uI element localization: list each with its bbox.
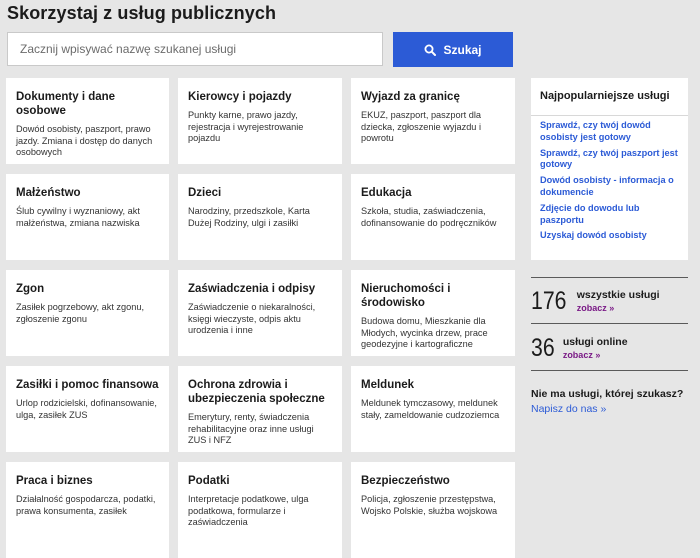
search-input[interactable] [7,32,383,66]
category-tile-health[interactable]: Ochrona zdrowia i ubezpieczenia społeczn… [178,366,342,452]
search-icon [424,44,437,56]
tile-description: Szkoła, studia, zaświadczenia, dofinanso… [361,206,497,228]
tile-title: Nieruchomości i środowisko [361,283,451,309]
tile-description: Policja, zgłoszenie przestępstwa, Wojsko… [361,494,498,516]
search-button[interactable]: Szukaj [393,32,513,67]
popular-services-title: Najpopularniejsze usługi [540,90,670,102]
tile-description: Zasiłek pogrzebowy, akt zgonu, zgłoszeni… [16,302,145,324]
tile-title: Podatki [188,475,230,487]
category-tile-drivers[interactable]: Kierowcy i pojazdy Punkty karne, prawo j… [178,78,342,164]
category-tile-work[interactable]: Praca i biznes Działalność gospodarcza, … [6,462,169,558]
tile-title: Małżeństwo [16,187,81,199]
search-button-label: Szukaj [443,42,482,57]
see-all-services-link[interactable]: zobacz » [577,302,660,314]
popular-link-id-info[interactable]: Dowód osobisty - informacja o dokumencie [540,175,679,199]
divider [531,370,688,371]
tile-title: Zgon [16,283,45,295]
tile-description: Działalność gospodarcza, podatki, prawa … [16,494,156,516]
stat-number: 176 [531,286,567,315]
tile-description: EKUZ, paszport, paszport dla dziecka, zg… [361,110,482,144]
category-tile-documents[interactable]: Dokumenty i dane osobowe Dowód osobisty,… [6,78,169,164]
tile-title: Praca i biznes [16,475,93,487]
category-tile-registration[interactable]: Meldunek Meldunek tymczasowy, meldunek s… [351,366,515,452]
stat-number: 36 [531,333,555,362]
page-title: Skorzystaj z usług publicznych [7,3,277,23]
tile-description: Budowa domu, Mieszkanie dla Młodych, wyc… [361,316,488,350]
category-tile-certificates[interactable]: Zaświadczenia i odpisy Zaświadczenie o n… [178,270,342,356]
category-tile-marriage[interactable]: Małżeństwo Ślub cywilny i wyznaniowy, ak… [6,174,169,260]
category-tile-children[interactable]: Dzieci Narodziny, przedszkole, Karta Duż… [178,174,342,260]
see-online-services-link[interactable]: zobacz » [563,349,628,361]
category-tile-security[interactable]: Bezpieczeństwo Policja, zgłoszenie przes… [351,462,515,558]
tile-description: Interpretacje podatkowe, ulga podatkowa,… [188,494,309,528]
category-tile-death[interactable]: Zgon Zasiłek pogrzebowy, akt zgonu, zgło… [6,270,169,356]
tile-title: Zaświadczenia i odpisy [188,283,316,295]
tile-description: Narodziny, przedszkole, Karta Dużej Rodz… [188,206,310,228]
tile-title: Ochrona zdrowia i ubezpieczenia społeczn… [188,379,325,405]
category-tile-travel[interactable]: Wyjazd za granicę EKUZ, paszport, paszpo… [351,78,515,164]
tile-title: Meldunek [361,379,415,391]
tile-title: Bezpieczeństwo [361,475,450,487]
popular-link-photo[interactable]: Zdjęcie do dowodu lub paszportu [540,203,679,227]
stat-label: usługi online [562,335,628,348]
category-tile-taxes[interactable]: Podatki Interpretacje podatkowe, ulga po… [178,462,342,558]
tile-title: Edukacja [361,187,412,199]
popular-link-get-id[interactable]: Uzyskaj dowód osobisty [540,230,679,242]
popular-link-passport-ready[interactable]: Sprawdź, czy twój paszport jest gotowy [540,148,679,172]
tile-title: Zasiłki i pomoc finansowa [16,379,159,391]
category-tile-benefits[interactable]: Zasiłki i pomoc finansowa Urlop rodzicie… [6,366,169,452]
tile-title: Kierowcy i pojazdy [188,91,292,103]
stat-label: wszystkie usługi [576,288,660,301]
divider [531,323,688,324]
divider [531,277,688,278]
category-tile-education[interactable]: Edukacja Szkoła, studia, zaświadczenia, … [351,174,515,260]
stat-all-services: 176 wszystkie usługi zobacz » [531,279,688,323]
tile-description: Emerytury, renty, świadczenia rehabilita… [188,412,314,446]
category-tile-property[interactable]: Nieruchomości i środowisko Budowa domu, … [351,270,515,356]
popular-services-box: Najpopularniejsze usługi Sprawdź, czy tw… [531,78,688,260]
popular-services-list: Sprawdź, czy twój dowód osobisty jest go… [540,120,679,242]
tile-title: Dokumenty i dane osobowe [16,91,116,117]
divider [531,115,688,116]
tile-description: Punkty karne, prawo jazdy, rejestracja i… [188,110,304,144]
tile-description: Urlop rodzicielski, dofinansowanie, ulga… [16,398,157,420]
tile-description: Meldunek tymczasowy, meldunek stały, zam… [361,398,500,420]
popular-link-id-ready[interactable]: Sprawdź, czy twój dowód osobisty jest go… [540,120,679,144]
stat-online-services: 36 usługi online zobacz » [531,326,688,370]
tile-description: Dowód osobisty, paszport, prawo jazdy. Z… [16,124,153,158]
missing-service-title: Nie ma usługi, której szukasz? [531,388,684,400]
service-categories-grid: Dokumenty i dane osobowe Dowód osobisty,… [6,78,515,558]
tile-description: Zaświadczenie o niekaralności, księgi wi… [188,302,316,336]
tile-title: Dzieci [188,187,222,199]
tile-description: Ślub cywilny i wyznaniowy, akt małżeństw… [16,206,140,228]
tile-title: Wyjazd za granicę [361,91,460,103]
contact-us-link[interactable]: Napisz do nas » [531,403,606,415]
